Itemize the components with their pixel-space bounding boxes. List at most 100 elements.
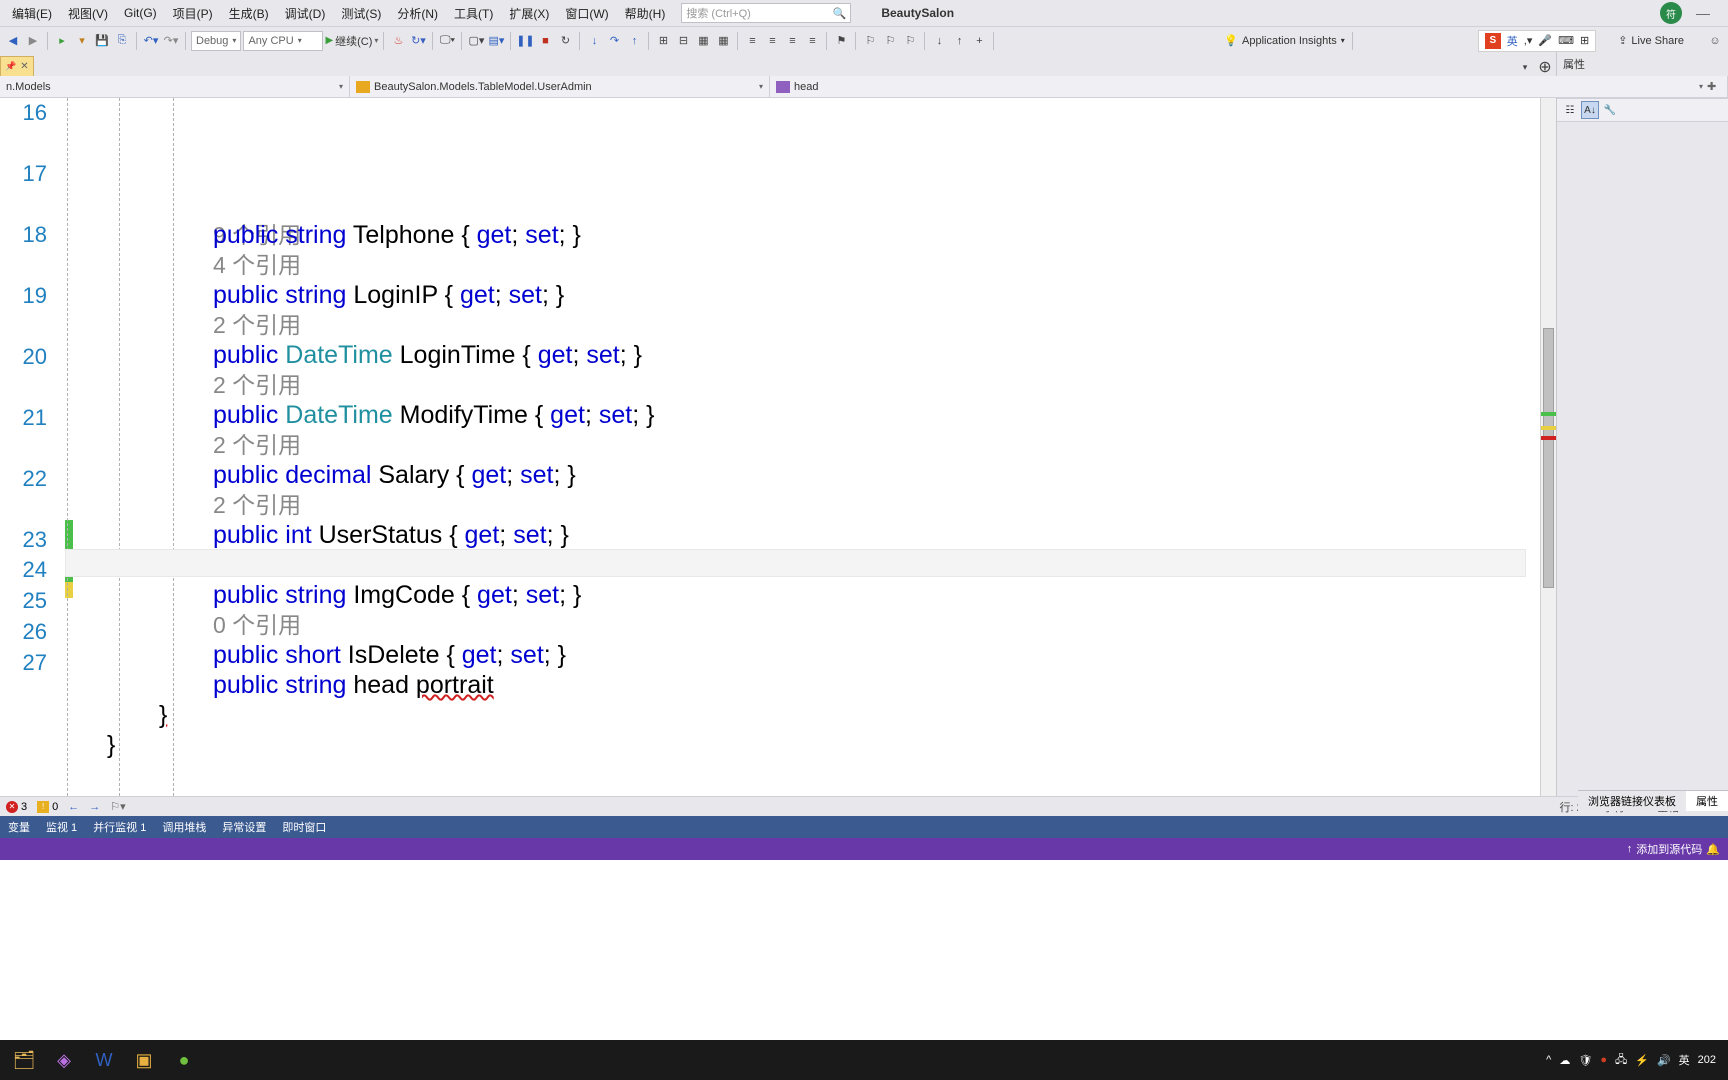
new-icon[interactable]: ▸ [53,32,71,50]
menu-edit[interactable]: 编辑(E) [4,1,60,26]
window-minimize-icon[interactable]: — [1690,5,1716,21]
ime-lang[interactable]: 英 [1507,33,1518,49]
error-count[interactable]: ✕3 [6,801,27,813]
app-insights-button[interactable]: Application Insights [1242,35,1337,47]
restart2-icon[interactable]: ↻ [556,32,574,50]
tray-volume-icon[interactable]: 🔊 [1657,1054,1671,1067]
tab-dropdown-icon[interactable]: ▾ [1516,58,1534,76]
ime-grid-icon[interactable]: ⊞ [1580,34,1589,47]
close-icon[interactable]: ✕ [20,61,28,72]
menu-debug[interactable]: 调试(D) [277,1,334,26]
error-filter-icon[interactable]: ⚐▾ [110,800,125,813]
live-share-button[interactable]: Live Share [1631,35,1684,47]
debug-tab-immediate[interactable]: 即时窗口 [274,816,334,838]
word-icon[interactable]: W [84,1040,124,1080]
restart-icon[interactable]: ↻▾ [409,32,427,50]
error-prev-icon[interactable]: ← [68,801,79,813]
tab-browser-link[interactable]: 浏览器链接仪表板 [1578,790,1686,811]
bm1-icon[interactable]: ⚐ [861,32,879,50]
error-next-icon[interactable]: → [89,801,100,813]
nav2-icon[interactable]: ↑ [950,32,968,50]
app-icon[interactable]: ▣ [124,1040,164,1080]
menu-help[interactable]: 帮助(H) [617,1,674,26]
nav-project-dropdown[interactable]: n.Models▾ [0,76,350,97]
nav3-icon[interactable]: + [970,32,988,50]
debug-tab-exceptions[interactable]: 异常设置 [214,816,274,838]
add-source-button[interactable]: 添加到源代码 [1636,841,1702,857]
continue-button[interactable]: 继续(C) [335,33,372,49]
tab-maximize-icon[interactable]: ⊕ [1536,58,1554,76]
bm3-icon[interactable]: ⚐ [901,32,919,50]
avatar[interactable]: 符 [1660,2,1682,24]
menu-project[interactable]: 项目(P) [165,1,221,26]
menu-test[interactable]: 测试(S) [333,1,389,26]
nav-class-dropdown[interactable]: BeautySalon.Models.TableModel.UserAdmin▾ [350,76,770,97]
ime-kb-icon[interactable]: ⌨ [1558,34,1574,47]
prop-cat-icon[interactable]: ☷ [1561,101,1579,119]
tray-shield-icon[interactable]: 🛡 [1578,1054,1592,1067]
tray-mic-icon[interactable]: ● [1600,1054,1607,1066]
step-out-icon[interactable]: ↑ [625,32,643,50]
format1-icon[interactable]: ⊞ [654,32,672,50]
explorer-icon[interactable]: 🗂 [4,1040,44,1080]
play-icon[interactable]: ▶ [325,35,333,46]
open-icon[interactable]: ▾ [73,32,91,50]
source-control-icon[interactable]: ↑ [1627,843,1633,855]
redo-icon[interactable]: ↷▾ [162,32,180,50]
split-icon[interactable]: ✚ [1707,80,1721,93]
debug-tab-parallel[interactable]: 并行监视 1 [85,816,154,838]
sogou-icon[interactable]: S [1485,33,1501,49]
undo-icon[interactable]: ↶▾ [142,32,160,50]
box-icon[interactable]: ▢▾ [467,32,485,50]
menu-tools[interactable]: 工具(T) [446,1,501,26]
tray-network-icon[interactable]: 🖧 [1615,1051,1627,1070]
tray-time[interactable]: 202 [1698,1054,1716,1066]
tray-battery-icon[interactable]: ⚡ [1635,1054,1649,1067]
debug-tab-watch[interactable]: 监视 1 [38,816,85,838]
forward-icon[interactable]: ▶ [24,32,42,50]
stop-icon[interactable]: ■ [536,32,554,50]
menu-analyze[interactable]: 分析(N) [389,1,446,26]
vs-icon[interactable]: ◈ [44,1040,84,1080]
feedback-icon[interactable]: ☺ [1706,32,1724,50]
hot-reload-icon[interactable]: ♨ [389,32,407,50]
menu-git[interactable]: Git(G) [116,2,165,24]
browser-icon[interactable]: ● [164,1040,204,1080]
tray-chevron-icon[interactable]: ^ [1546,1054,1551,1066]
comment-icon[interactable]: ≡ [783,32,801,50]
bookmark-icon[interactable]: ⚑ [832,32,850,50]
tab-properties[interactable]: 属性 [1686,790,1728,811]
bm2-icon[interactable]: ⚐ [881,32,899,50]
prop-wrench-icon[interactable]: 🔧 [1601,101,1619,119]
ime-comma-icon[interactable]: ,▾ [1524,34,1533,47]
search-input[interactable]: 搜索 (Ctrl+Q) 🔍 [681,3,851,23]
pin-icon[interactable]: 📌 [5,61,16,72]
prop-az-icon[interactable]: A↓ [1581,101,1599,119]
config-dropdown[interactable]: Debug▾ [191,31,241,51]
nav1-icon[interactable]: ↓ [930,32,948,50]
tray-lang[interactable]: 英 [1679,1052,1690,1068]
warning-count[interactable]: !0 [37,801,58,813]
ime-mic-icon[interactable]: 🎤 [1538,34,1552,47]
format2-icon[interactable]: ⊟ [674,32,692,50]
menu-window[interactable]: 窗口(W) [557,1,616,26]
save-all-icon[interactable]: ⎘ [113,32,131,50]
pause-icon[interactable]: ❚❚ [516,32,534,50]
format3-icon[interactable]: ▦ [694,32,712,50]
doc-icon[interactable]: ▤▾ [487,32,505,50]
indent-icon[interactable]: ≡ [743,32,761,50]
menu-build[interactable]: 生成(B) [221,1,277,26]
bell-icon[interactable]: 🔔 [1706,843,1720,856]
outdent-icon[interactable]: ≡ [763,32,781,50]
vertical-scrollbar[interactable] [1540,98,1556,796]
tray-cloud-icon[interactable]: ☁ [1559,1054,1570,1067]
save-icon[interactable]: 💾 [93,32,111,50]
format4-icon[interactable]: ▦ [714,32,732,50]
code-editor[interactable]: 9 个引用public string Telphone { get; set; … [65,98,1540,796]
step-icon[interactable]: ↓ [585,32,603,50]
browser-icon[interactable]: 🖵▾ [438,32,456,50]
step-over-icon[interactable]: ↷ [605,32,623,50]
scrollbar-thumb[interactable] [1543,328,1554,588]
properties-tab-header[interactable]: 属性 [1556,52,1728,76]
nav-member-dropdown[interactable]: head▾ ✚ [770,76,1728,97]
